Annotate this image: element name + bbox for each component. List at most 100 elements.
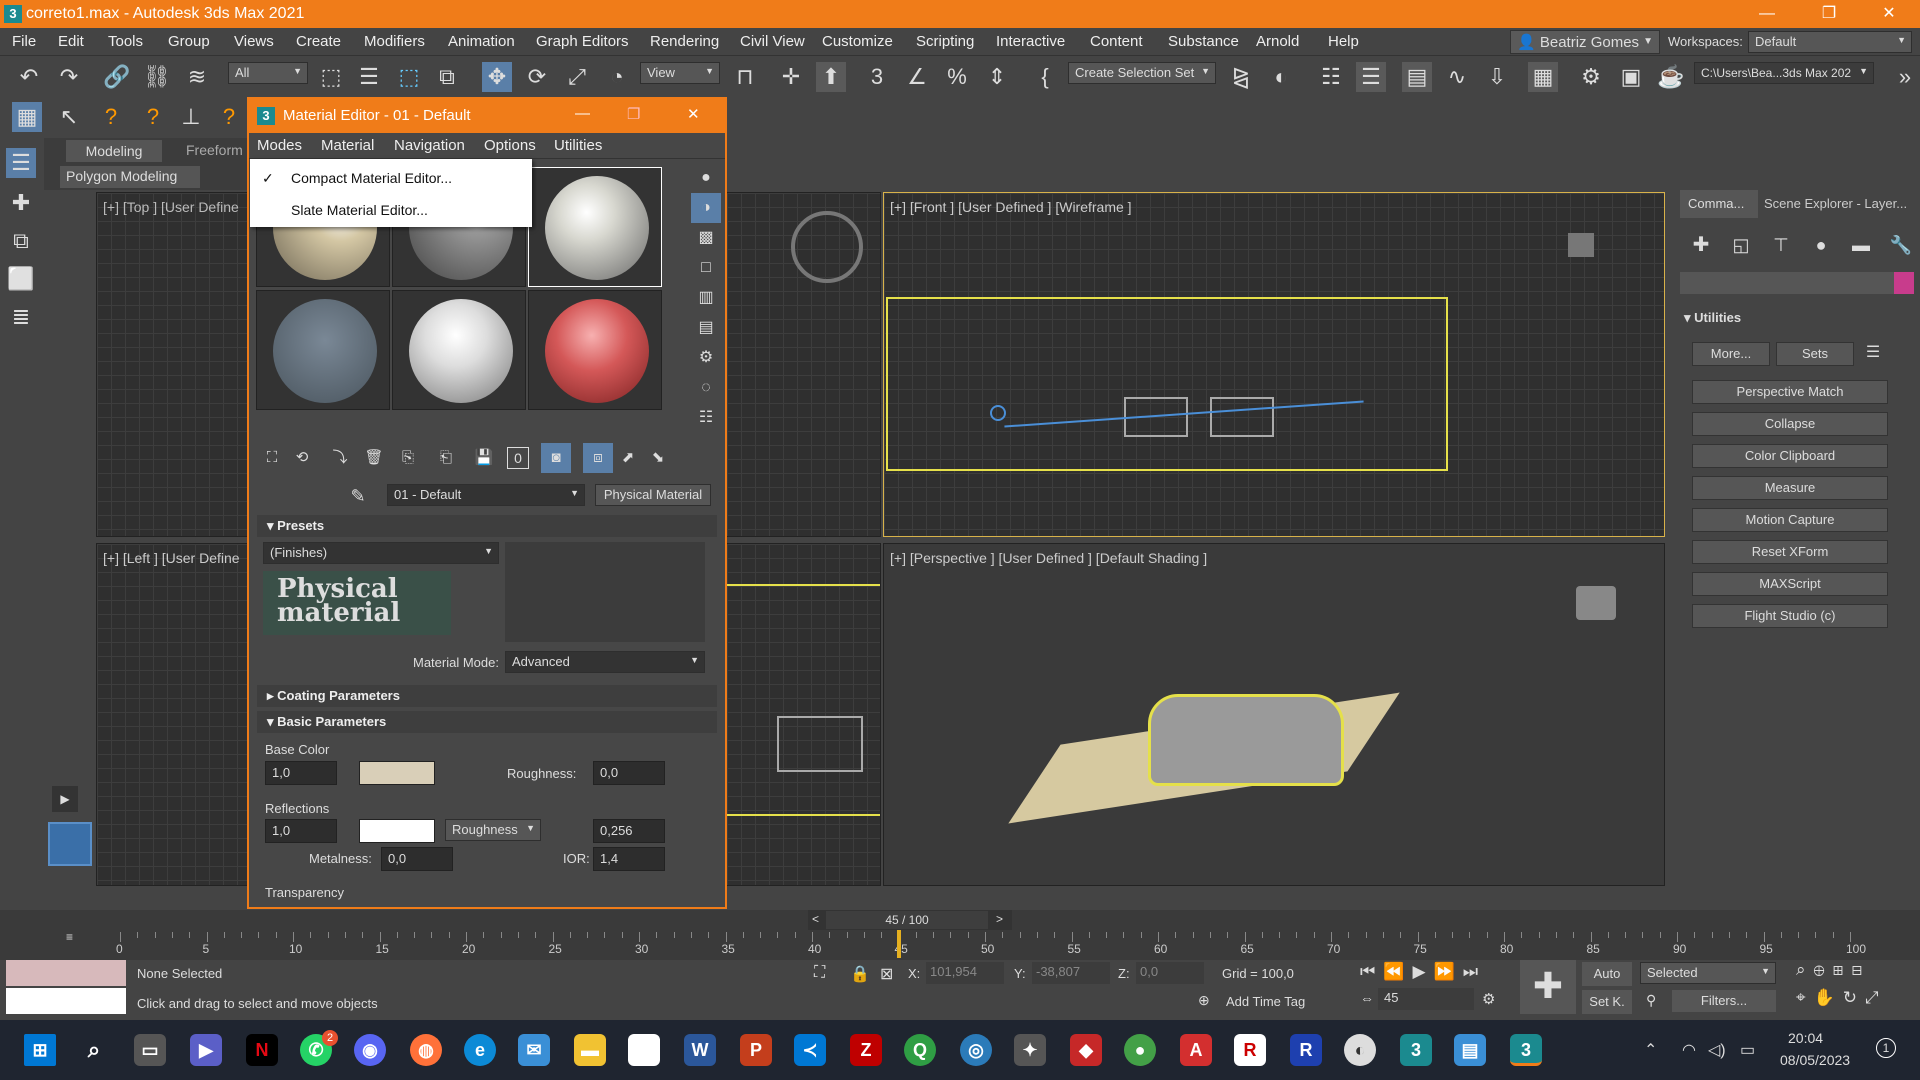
- menu-group[interactable]: Group: [168, 33, 210, 50]
- me-menu-utilities[interactable]: Utilities: [554, 137, 602, 154]
- prev-frame-icon[interactable]: <: [812, 912, 819, 926]
- options-icon[interactable]: ⚙: [691, 343, 721, 373]
- reflection-color-swatch[interactable]: [359, 819, 435, 843]
- file-explorer-icon[interactable]: ▬: [574, 1034, 606, 1066]
- material-editor-icon[interactable]: ▦: [1528, 62, 1558, 92]
- material-name-field[interactable]: 01 - Default: [387, 484, 585, 506]
- globe-icon[interactable]: ◎: [960, 1034, 992, 1066]
- menu-views[interactable]: Views: [234, 33, 274, 50]
- user-account-dropdown[interactable]: 👤 Beatriz Gomes ▼: [1510, 30, 1660, 54]
- slate-material-editor-item[interactable]: Slate Material Editor...: [250, 195, 532, 225]
- more-button[interactable]: More...: [1692, 342, 1770, 366]
- sample-slot-5[interactable]: [392, 290, 526, 410]
- toggle-layer-explorer-icon[interactable]: ☰: [1356, 62, 1386, 92]
- go-forward-sibling-icon[interactable]: ⬊: [643, 443, 673, 473]
- select-tool-icon[interactable]: ↖: [54, 102, 84, 132]
- time-config-icon[interactable]: ⇔: [1360, 990, 1374, 1006]
- sample-slot-3[interactable]: [528, 167, 662, 287]
- show-shaded-icon[interactable]: ◙: [541, 443, 571, 473]
- z-coordinate-field[interactable]: 0,0: [1136, 962, 1204, 984]
- reset-map-icon[interactable]: 🗑: [359, 443, 389, 473]
- schematic-view-icon[interactable]: ⇩: [1482, 62, 1512, 92]
- play-expand-icon[interactable]: ▶: [52, 786, 78, 812]
- angle-snap-icon[interactable]: ∠: [902, 62, 932, 92]
- key-mode-icon[interactable]: ⚲: [1646, 992, 1656, 1009]
- isolate-selection-icon[interactable]: ⛶: [814, 964, 825, 982]
- viewport-left-label[interactable]: [+] [Left ] [User Define: [103, 550, 240, 566]
- reflection-mode-dropdown[interactable]: Roughness: [445, 819, 541, 841]
- spinner-snap-icon[interactable]: ⇕: [982, 62, 1012, 92]
- collapse-button[interactable]: Collapse: [1692, 412, 1888, 436]
- wifi-icon[interactable]: ◠: [1682, 1040, 1696, 1060]
- project-path-dropdown[interactable]: C:\Users\Bea...3ds Max 202: [1694, 62, 1874, 84]
- select-by-material-icon[interactable]: ◌: [691, 373, 721, 403]
- maxscript-listener-output[interactable]: [6, 988, 126, 1014]
- x-coordinate-field[interactable]: 101,954: [926, 962, 1004, 984]
- play-icon[interactable]: ▶: [1412, 962, 1433, 981]
- keyboard-shortcut-override-icon[interactable]: ⬆: [816, 62, 846, 92]
- layer-stack-icon[interactable]: ≣: [6, 302, 36, 332]
- tab-freeform[interactable]: Freeform: [186, 142, 243, 158]
- make-unique-icon[interactable]: ⎗: [431, 443, 461, 473]
- filezilla-icon[interactable]: Z: [850, 1034, 882, 1066]
- green-app-icon[interactable]: ●: [1124, 1034, 1156, 1066]
- key-filter-dropdown[interactable]: Selected: [1640, 962, 1776, 984]
- undo-icon[interactable]: ↶: [14, 62, 44, 92]
- volume-icon[interactable]: ◁): [1708, 1040, 1726, 1060]
- sample-slot-6[interactable]: [528, 290, 662, 410]
- auto-key-button[interactable]: Auto: [1582, 962, 1632, 986]
- modify-tab-icon[interactable]: ◱: [1726, 230, 1756, 260]
- sets-button[interactable]: Sets: [1776, 342, 1854, 366]
- coating-parameters-rollout[interactable]: ▸ Coating Parameters: [257, 685, 717, 707]
- revit-icon[interactable]: R: [1290, 1034, 1322, 1066]
- pan-icon[interactable]: ✋: [1814, 988, 1843, 1007]
- placement-icon[interactable]: ◔: [602, 62, 632, 92]
- firefox-icon[interactable]: ◍: [410, 1034, 442, 1066]
- zoom-all-icon[interactable]: ⊕: [1814, 960, 1833, 979]
- add-layer-icon[interactable]: ✚: [6, 188, 36, 218]
- time-tag-icon[interactable]: ⊕: [1198, 992, 1210, 1009]
- go-to-start-icon[interactable]: ⏮: [1360, 962, 1383, 981]
- render-production-icon[interactable]: ☕: [1656, 62, 1686, 92]
- me-minimize-button[interactable]: —: [575, 105, 590, 122]
- viewcube-icon[interactable]: [1576, 586, 1616, 620]
- 3dsmax-active-icon[interactable]: 3: [1510, 1034, 1542, 1066]
- zoom-extents-icon[interactable]: ⊞: [1833, 960, 1852, 979]
- selected-object-wireframe[interactable]: [886, 297, 1448, 471]
- task-view-icon[interactable]: ▭: [134, 1034, 166, 1066]
- help-pointer-3-icon[interactable]: ?: [214, 102, 244, 132]
- compact-material-editor-item[interactable]: ✓ Compact Material Editor...: [250, 163, 532, 193]
- pivot-icon[interactable]: ⊓: [730, 62, 760, 92]
- viewport-layout-icon[interactable]: [48, 822, 92, 866]
- battery-icon[interactable]: ▭: [1740, 1040, 1755, 1060]
- material-mode-dropdown[interactable]: Advanced: [505, 651, 705, 673]
- video-color-check-icon[interactable]: ▥: [691, 283, 721, 313]
- document-icon[interactable]: [628, 1034, 660, 1066]
- time-slider[interactable]: < 45 / 100 >: [808, 910, 1012, 930]
- viewport-front-label[interactable]: [+] [Front ] [User Defined ] [Wireframe …: [890, 199, 1132, 215]
- workspace-dropdown[interactable]: Default: [1748, 31, 1912, 53]
- backlight-icon[interactable]: ◑: [691, 193, 721, 223]
- selected-mesh-object[interactable]: [1148, 694, 1344, 786]
- background-icon[interactable]: ▩: [691, 223, 721, 253]
- menu-animation[interactable]: Animation: [448, 33, 515, 50]
- mail-icon[interactable]: ✉: [518, 1034, 550, 1066]
- material-id-channel-button[interactable]: 0: [507, 447, 529, 469]
- maxscript-listener-input[interactable]: [6, 960, 126, 986]
- configure-sets-icon[interactable]: ☰: [1860, 340, 1886, 366]
- absolute-mode-icon[interactable]: ⊠: [880, 964, 893, 984]
- rendered-frame-window-icon[interactable]: ▣: [1616, 62, 1646, 92]
- ior-spinner[interactable]: 1,4: [593, 847, 665, 871]
- grid-snap-icon[interactable]: ▦: [12, 102, 42, 132]
- select-object-icon[interactable]: ⬚: [316, 62, 346, 92]
- stack-icon[interactable]: ⧉: [6, 226, 36, 256]
- motion-tab-icon[interactable]: ●: [1806, 230, 1836, 260]
- camera-icon[interactable]: [990, 405, 1006, 421]
- select-by-name-icon[interactable]: ☰: [354, 62, 384, 92]
- select-highlight-icon[interactable]: ⬜: [6, 264, 36, 294]
- clock-time[interactable]: 20:04: [1788, 1030, 1823, 1046]
- me-maximize-button[interactable]: ❐: [627, 105, 640, 123]
- viewport-perspective[interactable]: [+] [Perspective ] [User Defined ] [Defa…: [883, 543, 1665, 886]
- cloud-icon[interactable]: ◐: [1344, 1034, 1376, 1066]
- menu-customize[interactable]: Customize: [822, 33, 893, 50]
